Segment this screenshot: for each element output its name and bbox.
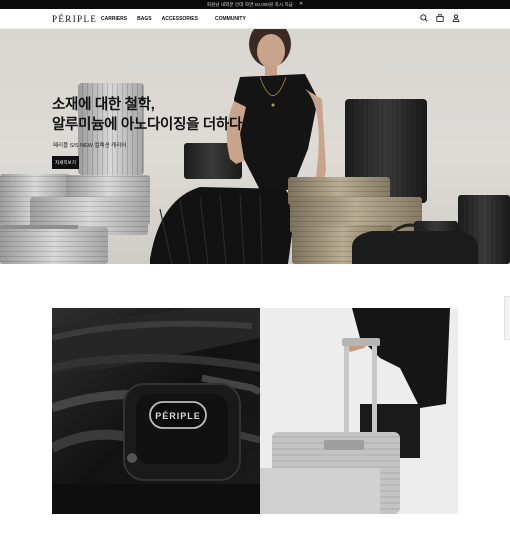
hero-title-line1: 소재에 대한 철학,	[52, 97, 155, 113]
main-nav: CARRIERS BAGS ACCESSORIES COMMUNITY	[101, 16, 256, 22]
suitcase-closeup-image: PÉRIPLE	[52, 308, 260, 514]
nav-carriers[interactable]: CARRIERS	[101, 16, 127, 22]
nav-accessories[interactable]: ACCESSORIES	[162, 16, 198, 22]
hero-subtitle: 페리플 S/S NEW 컬렉션 캐리어	[53, 143, 127, 149]
promo-bar: 회원님 내외분 인데 하면 10,000원 즉시 지급 ✕	[0, 0, 510, 9]
hero-title: 소재에 대한 철학, 알루미늄에 아노다이징을 더하다.	[52, 95, 246, 135]
bag-icon[interactable]	[436, 14, 444, 22]
feature-image-left[interactable]: PÉRIPLE	[52, 308, 260, 514]
view-more-button[interactable]: 자세히보기	[52, 156, 79, 169]
brand-plate-text: PÉRIPLE	[155, 411, 201, 421]
feature-section: PÉRIPLE	[52, 308, 458, 514]
search-icon[interactable]	[420, 14, 428, 22]
model-with-carrier-image	[260, 308, 458, 514]
hero-banner[interactable]: 소재에 대한 철학, 알루미늄에 아노다이징을 더하다. 페리플 S/S NEW…	[0, 29, 510, 264]
site-header: PÉRIPLE CARRIERS BAGS ACCESSORIES COMMUN…	[0, 9, 510, 29]
user-icon[interactable]	[452, 14, 460, 22]
feature-image-right[interactable]	[260, 308, 458, 514]
header-icons	[420, 14, 460, 22]
side-floating-tab[interactable]	[504, 296, 510, 340]
hero-title-line2: 알루미늄에 아노다이징을 더하다.	[52, 117, 246, 133]
nav-bags[interactable]: BAGS	[137, 16, 151, 22]
brand-logo[interactable]: PÉRIPLE	[52, 14, 97, 24]
close-icon[interactable]: ✕	[299, 2, 303, 7]
promo-text[interactable]: 회원님 내외분 인데 하면 10,000원 즉시 지급	[207, 2, 293, 8]
nav-community[interactable]: COMMUNITY	[215, 16, 246, 22]
